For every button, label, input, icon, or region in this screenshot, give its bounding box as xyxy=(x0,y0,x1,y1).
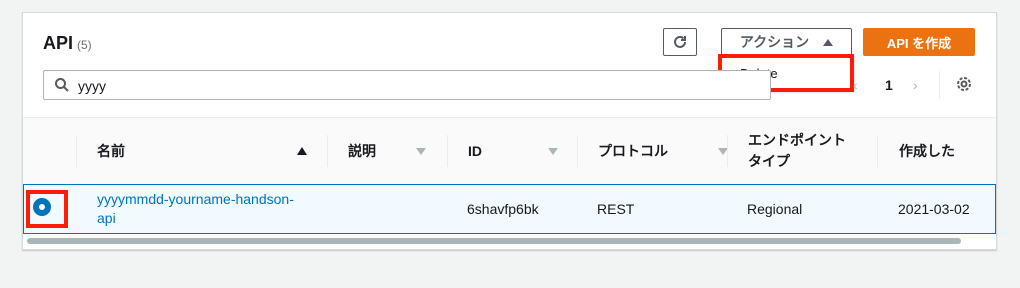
table-row[interactable]: yyyymmdd-yourname-handson-api 6shavfp6bk… xyxy=(23,184,996,234)
column-label: エンドポイント タイプ xyxy=(748,130,846,172)
sort-icon xyxy=(416,148,426,155)
column-label-line2: タイプ xyxy=(748,153,790,169)
column-header-protocol[interactable]: プロトコル xyxy=(598,118,728,184)
column-header-description[interactable]: 説明 xyxy=(348,118,438,184)
radio-highlight-box xyxy=(26,190,68,228)
toolbar-divider xyxy=(939,71,940,99)
column-divider xyxy=(327,135,328,167)
column-header-name[interactable]: 名前 xyxy=(97,118,307,184)
search-value: yyyy xyxy=(78,78,106,94)
cell-created: 2021-03-02 xyxy=(898,201,970,217)
sort-ascending-icon xyxy=(297,147,307,155)
column-label: ID xyxy=(468,143,482,159)
column-divider xyxy=(447,135,448,167)
column-divider xyxy=(76,135,77,167)
column-divider xyxy=(577,135,578,167)
api-list-panel: API(5) アクション API を作成 Delete yyyy ‹ 1 › 名… xyxy=(22,12,997,250)
title-text: API xyxy=(43,33,74,53)
refresh-button[interactable] xyxy=(663,28,697,56)
create-api-label: API を作成 xyxy=(886,35,952,51)
column-divider xyxy=(877,135,878,167)
prev-page-button[interactable]: ‹ xyxy=(853,77,858,93)
column-header-id[interactable]: ID xyxy=(468,118,568,184)
search-input[interactable]: yyyy xyxy=(43,70,771,100)
horizontal-scrollbar[interactable] xyxy=(23,237,996,245)
actions-dropdown-button[interactable]: アクション xyxy=(721,28,852,56)
column-header-created[interactable]: 作成した xyxy=(899,118,989,184)
sort-icon xyxy=(548,148,558,155)
api-name-link[interactable]: yyyymmdd-yourname-handson-api xyxy=(97,190,294,228)
current-page[interactable]: 1 xyxy=(885,77,893,93)
column-label: プロトコル xyxy=(598,143,668,159)
actions-label: アクション xyxy=(739,34,810,50)
caret-up-icon xyxy=(823,38,834,46)
api-name-line2: api xyxy=(97,210,116,226)
next-page-button[interactable]: › xyxy=(913,77,918,93)
column-label: 説明 xyxy=(348,143,376,159)
cell-endpoint-type: Regional xyxy=(747,201,803,217)
search-icon xyxy=(55,78,69,92)
cell-protocol: REST xyxy=(597,201,635,217)
cell-id: 6shavfp6bk xyxy=(467,201,539,217)
column-label-line1: エンドポイント xyxy=(748,132,846,148)
page-title: API (5) xyxy=(43,33,92,54)
column-header-endpoint-type[interactable]: エンドポイント タイプ xyxy=(748,118,868,184)
scrollbar-thumb[interactable] xyxy=(27,238,961,244)
column-label: 作成した xyxy=(899,143,955,159)
create-api-button[interactable]: API を作成 xyxy=(863,28,975,56)
column-label: 名前 xyxy=(97,143,125,159)
refresh-icon xyxy=(674,35,686,48)
api-count: (5) xyxy=(77,38,92,52)
table-header: 名前 説明 ID プロトコル エンドポイント タイプ 作成した xyxy=(23,117,996,185)
api-name-line1: yyyymmdd-yourname-handson- xyxy=(97,191,294,207)
column-divider xyxy=(727,135,728,167)
gear-icon[interactable] xyxy=(955,75,973,93)
